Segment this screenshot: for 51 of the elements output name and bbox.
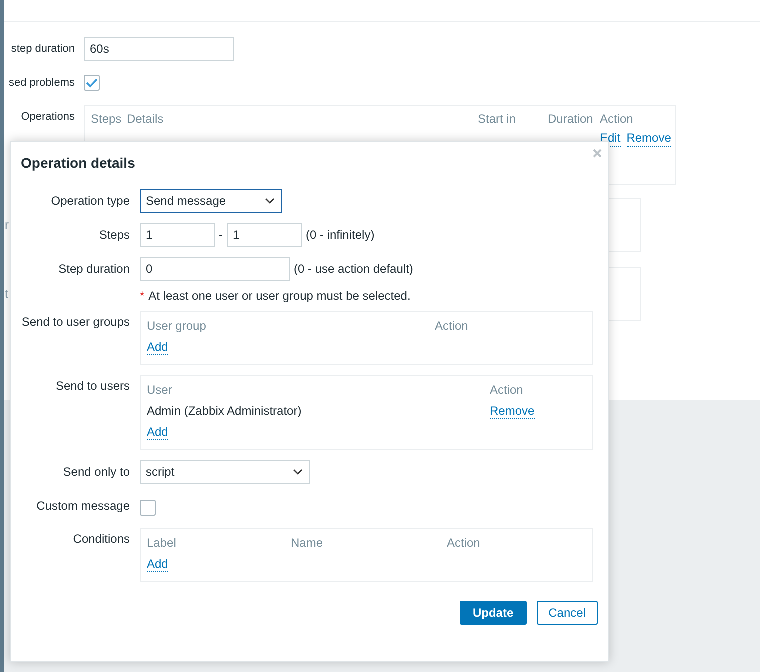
link[interactable]: Remove <box>490 404 535 419</box>
close-icon <box>593 149 602 158</box>
add-link[interactable]: Add <box>147 557 168 572</box>
field-label: Send to user groups <box>21 314 130 331</box>
check-icon <box>86 78 98 88</box>
add-link[interactable]: Add <box>147 425 168 440</box>
dialog-title: Operation details <box>21 154 136 173</box>
field-label: step duration <box>10 42 75 57</box>
input-field[interactable]: 0 <box>140 257 290 281</box>
required-mark: * <box>140 289 145 303</box>
column-header: Duration <box>548 111 594 128</box>
checkbox[interactable] <box>140 500 156 516</box>
dropdown[interactable]: script <box>140 460 310 484</box>
note-text: At least one user or user group must be selected. <box>148 288 411 305</box>
column-header: User group <box>147 318 208 335</box>
link[interactable]: Remove <box>626 131 672 147</box>
column-header: Action <box>490 382 524 399</box>
column-header: Label <box>147 535 178 552</box>
table-cell-text: Admin (Zabbix Administrator) <box>147 403 303 420</box>
column-header: Action <box>447 535 482 552</box>
column-header: Action <box>600 111 634 128</box>
hint-text: (0 - use action default) <box>294 262 414 276</box>
cancel-button[interactable]: Cancel <box>536 601 598 625</box>
caret-icon <box>265 198 275 204</box>
update-button[interactable]: Update <box>460 601 527 625</box>
column-header: Start in <box>478 111 518 128</box>
field-label: Operations <box>20 110 75 125</box>
field-label: r <box>5 218 10 232</box>
column-header: Action <box>435 318 470 335</box>
input-field[interactable]: 60s <box>84 37 234 61</box>
field-label: Steps <box>98 227 130 244</box>
checkbox[interactable] <box>84 75 100 91</box>
field-label: Custom message <box>36 498 130 515</box>
input-field[interactable]: 1 <box>140 223 215 247</box>
caret-icon <box>293 469 303 475</box>
field-label: Send to users <box>54 378 130 395</box>
input-field[interactable]: 1 <box>227 223 302 247</box>
column-header: User <box>147 382 174 399</box>
dropdown[interactable]: Send message <box>140 189 282 213</box>
separator: - <box>219 228 223 242</box>
column-header: Steps <box>91 111 123 128</box>
column-header: Name <box>291 535 324 552</box>
field-label: Send only to <box>62 464 130 481</box>
hint-text: (0 - infinitely) <box>306 228 375 242</box>
add-link[interactable]: Add <box>147 340 168 355</box>
column-header: Details <box>127 111 165 128</box>
field-label: sed problems <box>8 76 75 91</box>
field-label: t <box>5 287 10 301</box>
field-label: Step duration <box>58 261 130 278</box>
field-label: Conditions <box>72 531 130 548</box>
field-label: Operation type <box>50 193 130 210</box>
